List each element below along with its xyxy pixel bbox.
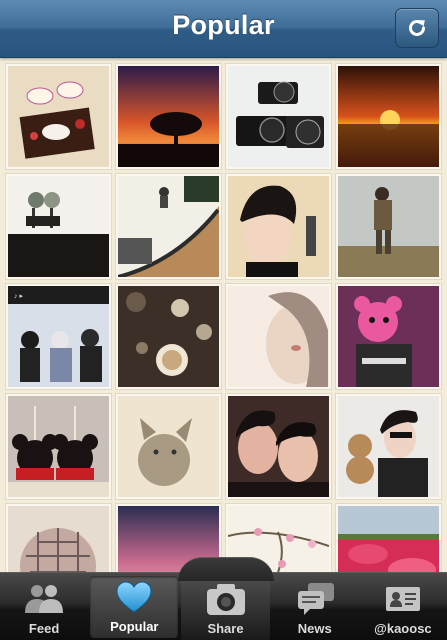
photo-tea-table[interactable]	[116, 284, 221, 389]
photo-flowers-still[interactable]	[6, 174, 111, 279]
tab-share[interactable]: Share	[177, 557, 274, 640]
photo-music-player[interactable]: ♪ ▸	[6, 284, 111, 389]
svg-text:♪ ▸: ♪ ▸	[14, 293, 23, 300]
refresh-button[interactable]	[395, 8, 439, 48]
photo-portrait-boy[interactable]	[226, 174, 331, 279]
tab-share-label: Share	[207, 621, 244, 636]
photo-cameras[interactable]	[226, 64, 331, 169]
photo-sea-sunset[interactable]	[336, 64, 441, 169]
photo-skatepark[interactable]	[116, 174, 221, 279]
camera-icon	[206, 584, 245, 615]
tab-news[interactable]: News	[271, 573, 359, 640]
photo-pink-bear-mask[interactable]	[336, 284, 441, 389]
tab-feed[interactable]: Feed	[0, 573, 88, 640]
photo-candy-apples[interactable]	[6, 394, 111, 499]
photo-sunset-tree[interactable]	[116, 64, 221, 169]
tab-feed-label: Feed	[28, 621, 60, 636]
speech-bubbles-icon	[297, 583, 334, 615]
photo-red-flower-field[interactable]	[336, 504, 441, 572]
tab-profile[interactable]: @kaoosc	[359, 573, 447, 640]
people-icon	[25, 585, 64, 613]
camera-tab-bump	[177, 557, 274, 581]
photo-ornament-ball[interactable]	[6, 504, 111, 572]
page-title: Popular	[172, 10, 275, 40]
photo-boy-teddy-bear[interactable]	[336, 394, 441, 499]
tab-popular-label: Popular	[110, 619, 159, 634]
photo-two-boys[interactable]	[226, 394, 331, 499]
tab-popular[interactable]: Popular	[90, 576, 179, 638]
photo-selfie-girl[interactable]	[226, 284, 331, 389]
heart-icon	[116, 581, 152, 613]
photo-cat[interactable]	[116, 394, 221, 499]
tab-news-label: News	[297, 621, 332, 636]
profile-card-icon	[385, 587, 420, 611]
tab-profile-label: @kaoosc	[374, 621, 432, 636]
photo-sheep-drawing[interactable]	[6, 64, 111, 169]
photo-grid: ♪ ▸	[0, 58, 447, 572]
tab-bar: Feed Popular Share News @kaoosc	[0, 557, 447, 640]
navigation-bar: Popular	[0, 0, 447, 58]
refresh-icon	[409, 20, 425, 36]
photo-photographer-field[interactable]	[336, 174, 441, 279]
